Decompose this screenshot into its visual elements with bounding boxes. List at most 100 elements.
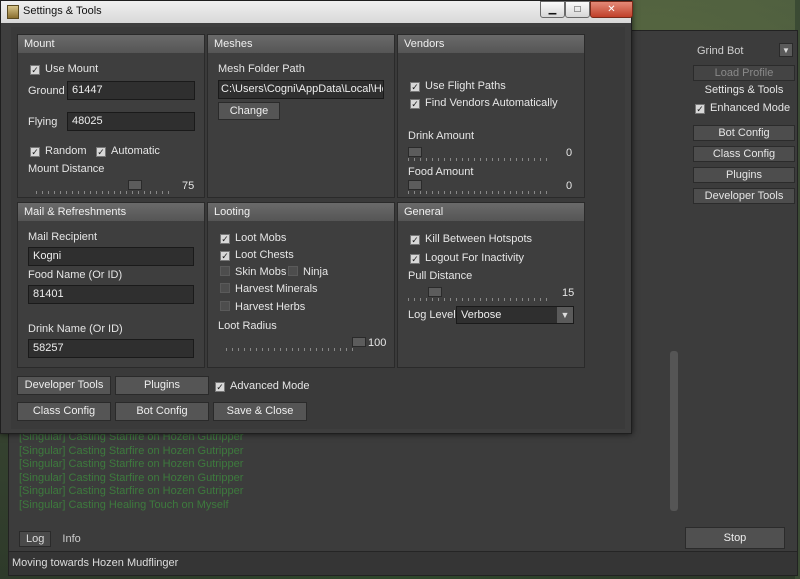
mail-recipient-input[interactable]: Kogni <box>28 247 194 266</box>
class-config-button[interactable]: Class Config <box>693 146 795 162</box>
use-mount-checkbox[interactable]: ✓ Use Mount <box>30 63 98 75</box>
food-name-label: Food Name (Or ID) <box>28 269 123 281</box>
mount-distance-slider[interactable]: 75 <box>36 180 196 196</box>
tab-info[interactable]: Info <box>56 532 86 546</box>
harvest-herbs-checkbox[interactable]: Harvest Herbs <box>220 301 305 313</box>
drink-amount-slider[interactable]: 0 <box>408 147 576 163</box>
vendors-header: Vendors <box>398 35 584 53</box>
app-icon <box>7 5 19 19</box>
slider-track <box>408 191 550 194</box>
food-amount-label: Food Amount <box>408 166 474 178</box>
logout-inactivity-label: Logout For Inactivity <box>425 252 525 264</box>
dialog-titlebar[interactable]: Settings & Tools ▁ □ ✕ <box>1 1 633 23</box>
chevron-down-icon[interactable]: ▼ <box>557 307 573 323</box>
find-vendors-checkbox[interactable]: ✓ Find Vendors Automatically <box>410 97 558 109</box>
settings-tools-button[interactable]: Settings & Tools <box>693 83 795 99</box>
slider-thumb[interactable] <box>352 337 366 347</box>
close-icon[interactable]: ✕ <box>590 1 633 18</box>
random-checkbox[interactable]: ✓ Random <box>30 145 87 157</box>
minimize-icon[interactable]: ▁ <box>540 1 565 18</box>
bot-selector-label: Grind Bot <box>697 45 744 57</box>
enhanced-mode-label: Enhanced Mode <box>710 102 791 114</box>
use-flight-paths-label: Use Flight Paths <box>425 80 506 92</box>
load-profile-button[interactable]: Load Profile <box>693 65 795 81</box>
log-line: [Singular] Casting Starfire on Hozen Gut… <box>19 444 244 457</box>
ground-mount-input[interactable]: 61447 <box>67 81 195 100</box>
slider-track <box>226 348 358 351</box>
slider-thumb[interactable] <box>428 287 442 297</box>
maximize-icon[interactable]: □ <box>565 1 590 18</box>
log-level-select[interactable]: Verbose ▼ <box>456 306 574 324</box>
ground-label: Ground <box>28 85 65 97</box>
slider-track <box>408 298 550 301</box>
bot-config-button[interactable]: Bot Config <box>693 125 795 141</box>
ninja-checkbox[interactable]: Ninja <box>288 266 328 278</box>
use-flight-paths-checkbox[interactable]: ✓ Use Flight Paths <box>410 80 506 92</box>
kill-between-hotspots-label: Kill Between Hotspots <box>425 233 532 245</box>
mesh-folder-input[interactable]: C:\Users\Cogni\AppData\Local\Hon <box>218 80 384 99</box>
class-config-button[interactable]: Class Config <box>17 402 111 421</box>
loot-radius-value: 100 <box>368 337 387 349</box>
plugins-button[interactable]: Plugins <box>693 167 795 183</box>
loot-radius-slider[interactable]: 100 <box>226 337 388 353</box>
log-level-label: Log Level <box>408 309 456 321</box>
mount-header: Mount <box>18 35 204 53</box>
kill-between-hotspots-checkbox[interactable]: ✓ Kill Between Hotspots <box>410 233 532 245</box>
change-button[interactable]: Change <box>218 102 280 120</box>
log-line: [Singular] Casting Starfire on Hozen Gut… <box>19 458 244 470</box>
food-name-input[interactable]: 81401 <box>28 285 194 304</box>
use-mount-label: Use Mount <box>45 63 99 75</box>
enhanced-mode-checkbox[interactable]: ✓ Enhanced Mode <box>695 102 790 114</box>
tab-log[interactable]: Log <box>19 531 52 547</box>
pull-distance-value: 15 <box>562 287 575 299</box>
bot-config-button[interactable]: Bot Config <box>115 402 209 421</box>
slider-thumb[interactable] <box>408 147 422 157</box>
automatic-checkbox[interactable]: ✓ Automatic <box>96 145 160 157</box>
check-icon: ✓ <box>215 382 225 392</box>
food-amount-slider[interactable]: 0 <box>408 180 576 196</box>
loot-radius-label: Loot Radius <box>218 320 277 332</box>
looting-group: Looting ✓ Loot Mobs ✓ Loot Chests Skin Mob… <box>207 202 395 368</box>
slider-track <box>36 191 170 194</box>
plugins-button[interactable]: Plugins <box>115 376 209 395</box>
mail-group: Mail & Refreshments Mail Recipient Kogni… <box>17 202 205 368</box>
scrollbar-thumb[interactable] <box>670 351 678 511</box>
check-icon: ✓ <box>410 235 420 245</box>
harvest-herbs-label: Harvest Herbs <box>235 301 306 313</box>
mesh-folder-label: Mesh Folder Path <box>218 63 305 75</box>
slider-thumb[interactable] <box>408 180 422 190</box>
save-close-button[interactable]: Save & Close <box>213 402 307 421</box>
skin-mobs-checkbox[interactable]: Skin Mobs <box>220 266 286 278</box>
loot-chests-checkbox[interactable]: ✓ Loot Chests <box>220 249 294 261</box>
check-icon: ✓ <box>220 234 230 244</box>
developer-tools-button[interactable]: Developer Tools <box>693 188 795 204</box>
check-icon: ✓ <box>410 254 420 264</box>
bot-selector[interactable]: Grind Bot ▼ <box>697 43 793 59</box>
harvest-minerals-checkbox[interactable]: Harvest Minerals <box>220 283 318 295</box>
log-tabs: Log Info <box>19 531 89 549</box>
slider-thumb[interactable] <box>128 180 142 190</box>
developer-tools-button[interactable]: Developer Tools <box>17 376 111 395</box>
pull-distance-slider[interactable]: 15 <box>408 287 576 303</box>
log-scrollbar[interactable] <box>669 71 679 523</box>
drink-name-input[interactable]: 58257 <box>28 339 194 358</box>
meshes-header: Meshes <box>208 35 394 53</box>
settings-dialog: Settings & Tools ▁ □ ✕ Mount ✓ Use Mount … <box>0 0 633 434</box>
mount-group: Mount ✓ Use Mount Ground 61447 Flying 480… <box>17 34 205 198</box>
flying-label: Flying <box>28 116 58 128</box>
check-icon: ✓ <box>220 251 230 261</box>
automatic-label: Automatic <box>111 145 160 157</box>
logout-inactivity-checkbox[interactable]: ✓ Logout For Inactivity <box>410 252 524 264</box>
loot-mobs-checkbox[interactable]: ✓ Loot Mobs <box>220 232 286 244</box>
unchecked-box-icon <box>288 266 298 276</box>
find-vendors-label: Find Vendors Automatically <box>425 97 558 109</box>
stop-button[interactable]: Stop <box>685 527 785 549</box>
drink-name-label: Drink Name (Or ID) <box>28 323 123 335</box>
ninja-label: Ninja <box>303 266 329 278</box>
loot-mobs-label: Loot Mobs <box>235 232 287 244</box>
advanced-mode-checkbox[interactable]: ✓ Advanced Mode <box>215 380 310 392</box>
chevron-down-icon[interactable]: ▼ <box>779 43 793 57</box>
random-label: Random <box>45 145 87 157</box>
slider-track <box>408 158 550 161</box>
flying-mount-input[interactable]: 48025 <box>67 112 195 131</box>
